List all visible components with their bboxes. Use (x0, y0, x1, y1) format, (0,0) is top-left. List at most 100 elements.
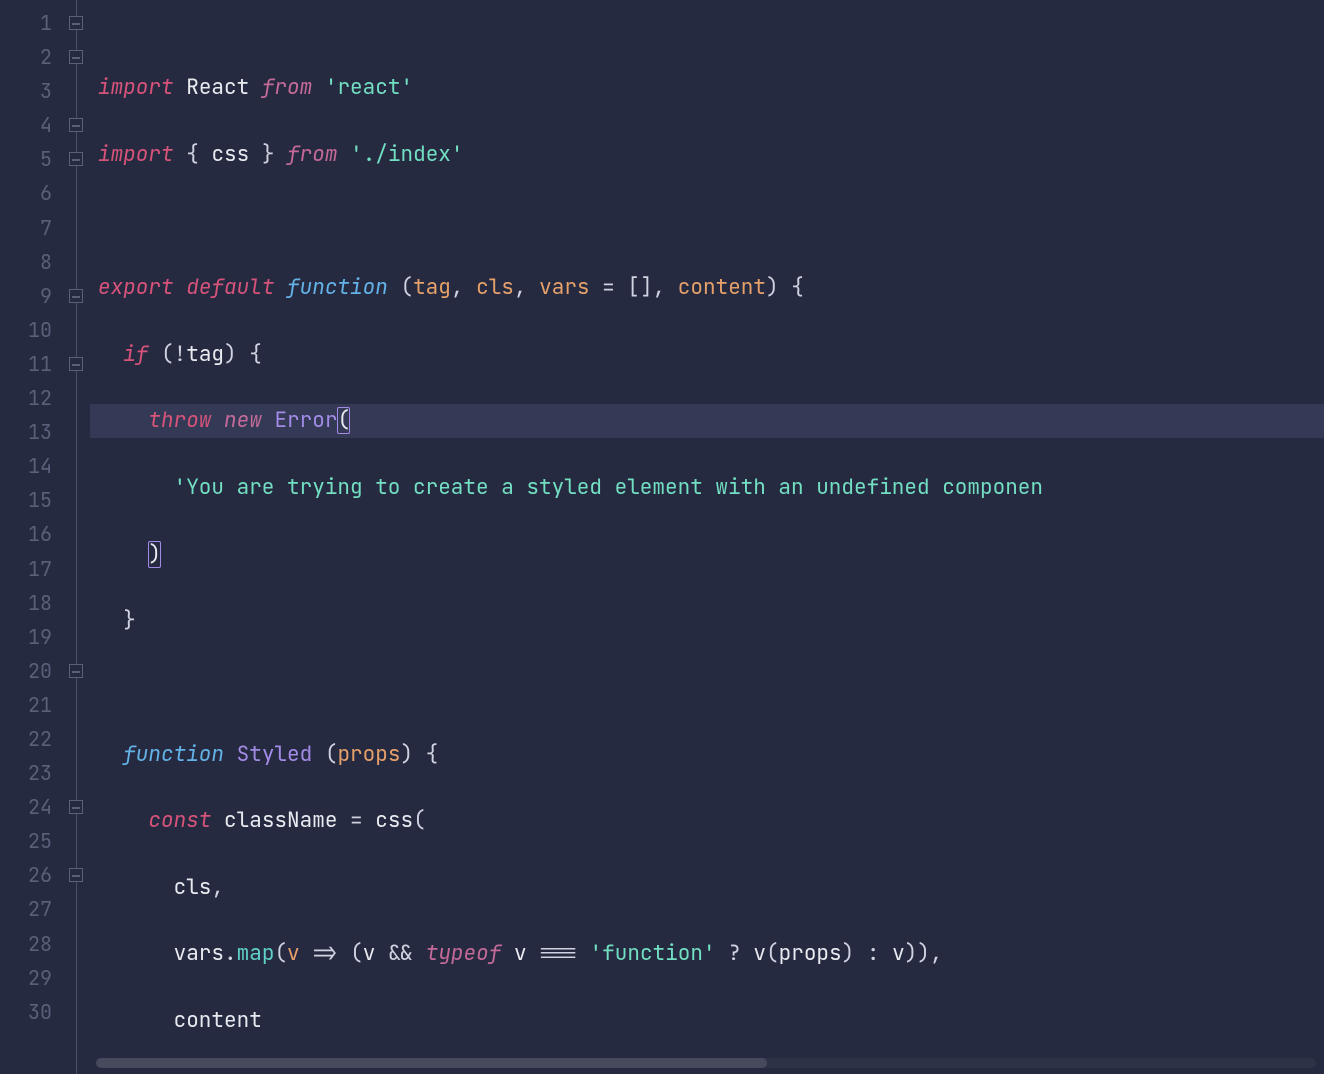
code-line[interactable]: vars.map(v => (v && typeof v === 'functi… (98, 937, 1324, 971)
identifier: className (224, 807, 337, 834)
fold-handle-icon[interactable] (69, 152, 83, 166)
line-number[interactable]: 10 (0, 313, 52, 347)
line-number[interactable]: 9 (0, 279, 52, 313)
line-number[interactable]: 22 (0, 722, 52, 756)
param: props (337, 741, 400, 768)
code-line[interactable]: 'You are trying to create a styled eleme… (98, 471, 1324, 505)
line-number[interactable]: 17 (0, 552, 52, 586)
code-line[interactable]: function Styled (props) { (98, 738, 1324, 772)
line-number[interactable]: 13 (0, 415, 52, 449)
keyword-throw: throw (148, 407, 211, 434)
line-number[interactable]: 24 (0, 790, 52, 824)
fold-handle-icon[interactable] (69, 357, 83, 371)
fold-handle-icon[interactable] (69, 664, 83, 678)
keyword-from: from (287, 141, 337, 168)
line-number[interactable]: 14 (0, 449, 52, 483)
line-number[interactable]: 5 (0, 142, 52, 176)
paren-close: ) (842, 940, 855, 967)
paren-open: ( (161, 341, 174, 368)
line-number[interactable]: 8 (0, 245, 52, 279)
line-number[interactable]: 15 (0, 483, 52, 517)
code-area[interactable]: import React from 'react' import { css }… (90, 0, 1324, 1074)
matched-bracket: ) (148, 541, 161, 568)
operator-ternary-q: ? (728, 940, 741, 967)
line-number[interactable]: 25 (0, 824, 52, 858)
brace-open: { (186, 141, 199, 168)
line-number[interactable]: 6 (0, 176, 52, 210)
code-line[interactable]: content (98, 1004, 1324, 1038)
identifier: css (211, 141, 249, 168)
operator-eqeqeq: === (539, 940, 577, 967)
identifier: tag (186, 341, 224, 368)
code-line[interactable]: const className = css( (98, 804, 1324, 838)
code-line[interactable] (98, 671, 1324, 705)
code-editor[interactable]: 1 2 3 4 5 6 7 8 9 10 11 12 13 14 15 16 1… (0, 0, 1324, 1074)
paren-open: ( (274, 940, 287, 967)
comma: , (653, 274, 666, 301)
class-name: Error (274, 407, 337, 434)
line-number[interactable]: 29 (0, 961, 52, 995)
line-number[interactable]: 1 (0, 6, 52, 40)
keyword-export: export (98, 274, 174, 301)
keyword-import: import (98, 74, 174, 101)
line-number[interactable]: 30 (0, 995, 52, 1029)
line-number[interactable]: 26 (0, 858, 52, 892)
operator-eq: = (350, 807, 363, 834)
code-line[interactable] (98, 204, 1324, 238)
code-line[interactable]: import { css } from './index' (98, 138, 1324, 172)
code-line-highlighted[interactable]: 💡 throw new Error( (98, 404, 1324, 438)
line-number[interactable]: 12 (0, 381, 52, 415)
code-line[interactable]: ) (98, 538, 1324, 572)
line-number-gutter[interactable]: 1 2 3 4 5 6 7 8 9 10 11 12 13 14 15 16 1… (0, 0, 62, 1074)
code-line[interactable]: } (98, 604, 1324, 638)
paren-open: ( (325, 741, 338, 768)
line-number[interactable]: 3 (0, 74, 52, 108)
string-literal: 'react' (325, 74, 413, 101)
line-number[interactable]: 7 (0, 211, 52, 245)
line-number[interactable]: 4 (0, 108, 52, 142)
code-line[interactable]: export default function (tag, cls, vars … (98, 271, 1324, 305)
horizontal-scrollbar[interactable] (96, 1058, 1316, 1068)
operator-ternary-c: : (867, 940, 880, 967)
line-number[interactable]: 21 (0, 688, 52, 722)
code-line[interactable]: import React from 'react' (98, 71, 1324, 105)
paren-open: ( (400, 274, 413, 301)
brace-close: } (262, 141, 275, 168)
comma: , (211, 874, 224, 901)
operator-eq: = (602, 274, 615, 301)
brace-open: { (249, 341, 262, 368)
line-number[interactable]: 27 (0, 892, 52, 926)
param: tag (413, 274, 451, 301)
line-number[interactable]: 28 (0, 927, 52, 961)
paren-close: ) (905, 940, 918, 967)
string-literal: './index' (350, 141, 463, 168)
line-number[interactable]: 19 (0, 620, 52, 654)
line-number[interactable]: 16 (0, 517, 52, 551)
operator-not: ! (174, 341, 187, 368)
code-line[interactable]: cls, (98, 871, 1324, 905)
matched-bracket: ( (337, 407, 350, 434)
line-number[interactable]: 18 (0, 586, 52, 620)
paren-open: ( (350, 940, 363, 967)
fold-handle-icon[interactable] (69, 289, 83, 303)
line-number[interactable]: 20 (0, 654, 52, 688)
line-number[interactable]: 11 (0, 347, 52, 381)
paren-close: ) (224, 341, 237, 368)
fold-handle-icon[interactable] (69, 868, 83, 882)
fold-handle-icon[interactable] (69, 16, 83, 30)
code-line[interactable]: if (!tag) { (98, 338, 1324, 372)
fold-handle-icon[interactable] (69, 50, 83, 64)
keyword-const: const (148, 807, 211, 834)
function-name: Styled (237, 741, 313, 768)
param: content (678, 274, 766, 301)
fold-handle-icon[interactable] (69, 118, 83, 132)
fold-handle-icon[interactable] (69, 800, 83, 814)
keyword-import: import (98, 141, 174, 168)
keyword-new: new (224, 407, 262, 434)
identifier: vars (174, 940, 224, 967)
line-number[interactable]: 23 (0, 756, 52, 790)
paren-close: ) (917, 940, 930, 967)
identifier: v (753, 940, 766, 967)
scrollbar-thumb[interactable] (96, 1058, 767, 1068)
line-number[interactable]: 2 (0, 40, 52, 74)
